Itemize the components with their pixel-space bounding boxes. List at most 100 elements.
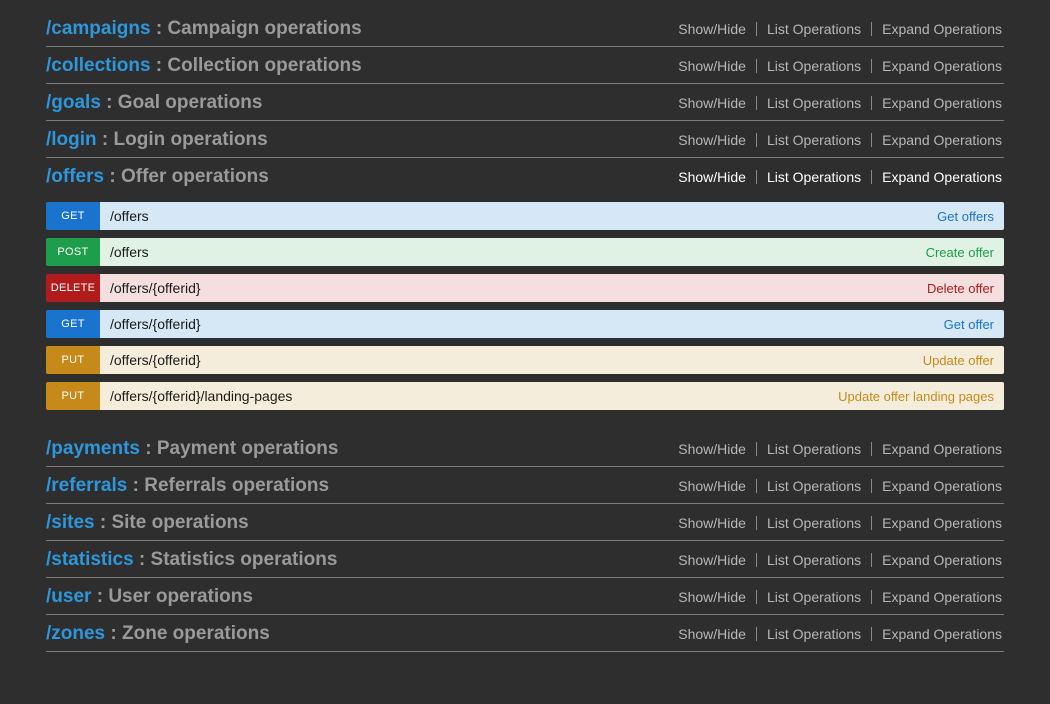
operation-description: Get offers <box>937 209 994 224</box>
show-hide-link[interactable]: Show/Hide <box>676 132 748 148</box>
resource-section: /payments : Payment operations Show/Hide L… <box>46 430 1004 467</box>
expand-operations-link[interactable]: Expand Operations <box>880 169 1004 185</box>
http-method-badge: POST <box>46 238 100 266</box>
list-operations-link[interactable]: List Operations <box>765 626 863 642</box>
show-hide-link[interactable]: Show/Hide <box>676 95 748 111</box>
http-method-badge: GET <box>46 310 100 338</box>
expand-operations-link[interactable]: Expand Operations <box>880 478 1004 494</box>
separator <box>871 133 872 147</box>
resource-path: /referrals <box>46 475 127 496</box>
list-operations-link[interactable]: List Operations <box>765 441 863 457</box>
operation-body: /offers/{offerid}Update offer <box>100 346 1004 374</box>
list-operations-link[interactable]: List Operations <box>765 169 863 185</box>
expand-operations-link[interactable]: Expand Operations <box>880 589 1004 605</box>
list-operations-link[interactable]: List Operations <box>765 552 863 568</box>
operation-row[interactable]: POST/offersCreate offer <box>46 238 1004 266</box>
list-operations-link[interactable]: List Operations <box>765 58 863 74</box>
show-hide-link[interactable]: Show/Hide <box>676 21 748 37</box>
section-title[interactable]: /login : Login operations <box>46 129 268 151</box>
expand-operations-link[interactable]: Expand Operations <box>880 58 1004 74</box>
operation-row[interactable]: PUT/offers/{offerid}/landing-pagesUpdate… <box>46 382 1004 410</box>
show-hide-link[interactable]: Show/Hide <box>676 589 748 605</box>
separator <box>871 516 872 530</box>
section-header: /payments : Payment operations Show/Hide L… <box>46 430 1004 466</box>
show-hide-link[interactable]: Show/Hide <box>676 478 748 494</box>
operation-body: /offers/{offerid}Get offer <box>100 310 1004 338</box>
resource-description: Statistics operations <box>151 549 338 570</box>
separator <box>871 22 872 36</box>
colon: : <box>105 623 122 644</box>
separator <box>871 553 872 567</box>
resource-description: User operations <box>108 586 253 607</box>
section-header: /user : User operations Show/Hide List Ope… <box>46 578 1004 614</box>
resource-section: /zones : Zone operations Show/Hide List Op… <box>46 615 1004 652</box>
resource-section: /collections : Collection operations Show… <box>46 47 1004 84</box>
operation-description: Create offer <box>926 245 994 260</box>
section-actions: Show/Hide List Operations Expand Operation… <box>676 478 1004 494</box>
resource-path: /offers <box>46 166 104 187</box>
api-resource-list: /campaigns : Campaign operations Show/Hid… <box>0 0 1050 672</box>
resource-section: /goals : Goal operations Show/Hide List Op… <box>46 84 1004 121</box>
show-hide-link[interactable]: Show/Hide <box>676 626 748 642</box>
operation-row[interactable]: GET/offersGet offers <box>46 202 1004 230</box>
separator <box>871 442 872 456</box>
expand-operations-link[interactable]: Expand Operations <box>880 441 1004 457</box>
expand-operations-link[interactable]: Expand Operations <box>880 552 1004 568</box>
list-operations-link[interactable]: List Operations <box>765 589 863 605</box>
section-title[interactable]: /statistics : Statistics operations <box>46 549 337 571</box>
section-title[interactable]: /collections : Collection operations <box>46 55 362 77</box>
operation-body: /offersCreate offer <box>100 238 1004 266</box>
show-hide-link[interactable]: Show/Hide <box>676 58 748 74</box>
show-hide-link[interactable]: Show/Hide <box>676 515 748 531</box>
section-title[interactable]: /referrals : Referrals operations <box>46 475 329 497</box>
show-hide-link[interactable]: Show/Hide <box>676 552 748 568</box>
resource-path: /collections <box>46 55 151 76</box>
section-actions: Show/Hide List Operations Expand Operation… <box>676 626 1004 642</box>
section-title[interactable]: /goals : Goal operations <box>46 92 262 114</box>
section-actions: Show/Hide List Operations Expand Operation… <box>676 441 1004 457</box>
resource-path: /login <box>46 129 97 150</box>
operation-path: /offers <box>110 208 149 224</box>
resource-path: /user <box>46 586 91 607</box>
show-hide-link[interactable]: Show/Hide <box>676 169 748 185</box>
list-operations-link[interactable]: List Operations <box>765 132 863 148</box>
show-hide-link[interactable]: Show/Hide <box>676 441 748 457</box>
section-actions: Show/Hide List Operations Expand Operation… <box>676 589 1004 605</box>
section-title[interactable]: /campaigns : Campaign operations <box>46 18 362 40</box>
operation-row[interactable]: PUT/offers/{offerid}Update offer <box>46 346 1004 374</box>
http-method-badge: DELETE <box>46 274 100 302</box>
http-method-badge: PUT <box>46 382 100 410</box>
operation-path: /offers/{offerid} <box>110 352 201 368</box>
colon: : <box>151 18 168 39</box>
expand-operations-link[interactable]: Expand Operations <box>880 132 1004 148</box>
expand-operations-link[interactable]: Expand Operations <box>880 95 1004 111</box>
operation-row[interactable]: DELETE/offers/{offerid}Delete offer <box>46 274 1004 302</box>
expand-operations-link[interactable]: Expand Operations <box>880 515 1004 531</box>
expand-operations-link[interactable]: Expand Operations <box>880 626 1004 642</box>
list-operations-link[interactable]: List Operations <box>765 515 863 531</box>
section-title[interactable]: /payments : Payment operations <box>46 438 338 460</box>
operation-body: /offers/{offerid}Delete offer <box>100 274 1004 302</box>
separator <box>756 170 757 184</box>
separator <box>871 627 872 641</box>
section-title[interactable]: /sites : Site operations <box>46 512 249 534</box>
section-title[interactable]: /zones : Zone operations <box>46 623 270 645</box>
operations-list: GET/offers Get offers POST/offersCreate of… <box>46 202 1004 426</box>
section-title[interactable]: /offers : Offer operations <box>46 166 269 188</box>
expand-operations-link[interactable]: Expand Operations <box>880 21 1004 37</box>
list-operations-link[interactable]: List Operations <box>765 478 863 494</box>
list-operations-link[interactable]: List Operations <box>765 95 863 111</box>
colon: : <box>97 129 114 150</box>
list-operations-link[interactable]: List Operations <box>765 21 863 37</box>
separator <box>871 590 872 604</box>
section-title[interactable]: /user : User operations <box>46 586 253 608</box>
resource-path: /sites <box>46 512 95 533</box>
separator <box>756 516 757 530</box>
separator <box>756 627 757 641</box>
operation-row[interactable]: GET/offers/{offerid}Get offer <box>46 310 1004 338</box>
separator <box>871 96 872 110</box>
resource-description: Login operations <box>114 129 268 150</box>
colon: : <box>127 475 144 496</box>
colon: : <box>101 92 118 113</box>
operation-body: /offers Get offers <box>100 202 1004 230</box>
